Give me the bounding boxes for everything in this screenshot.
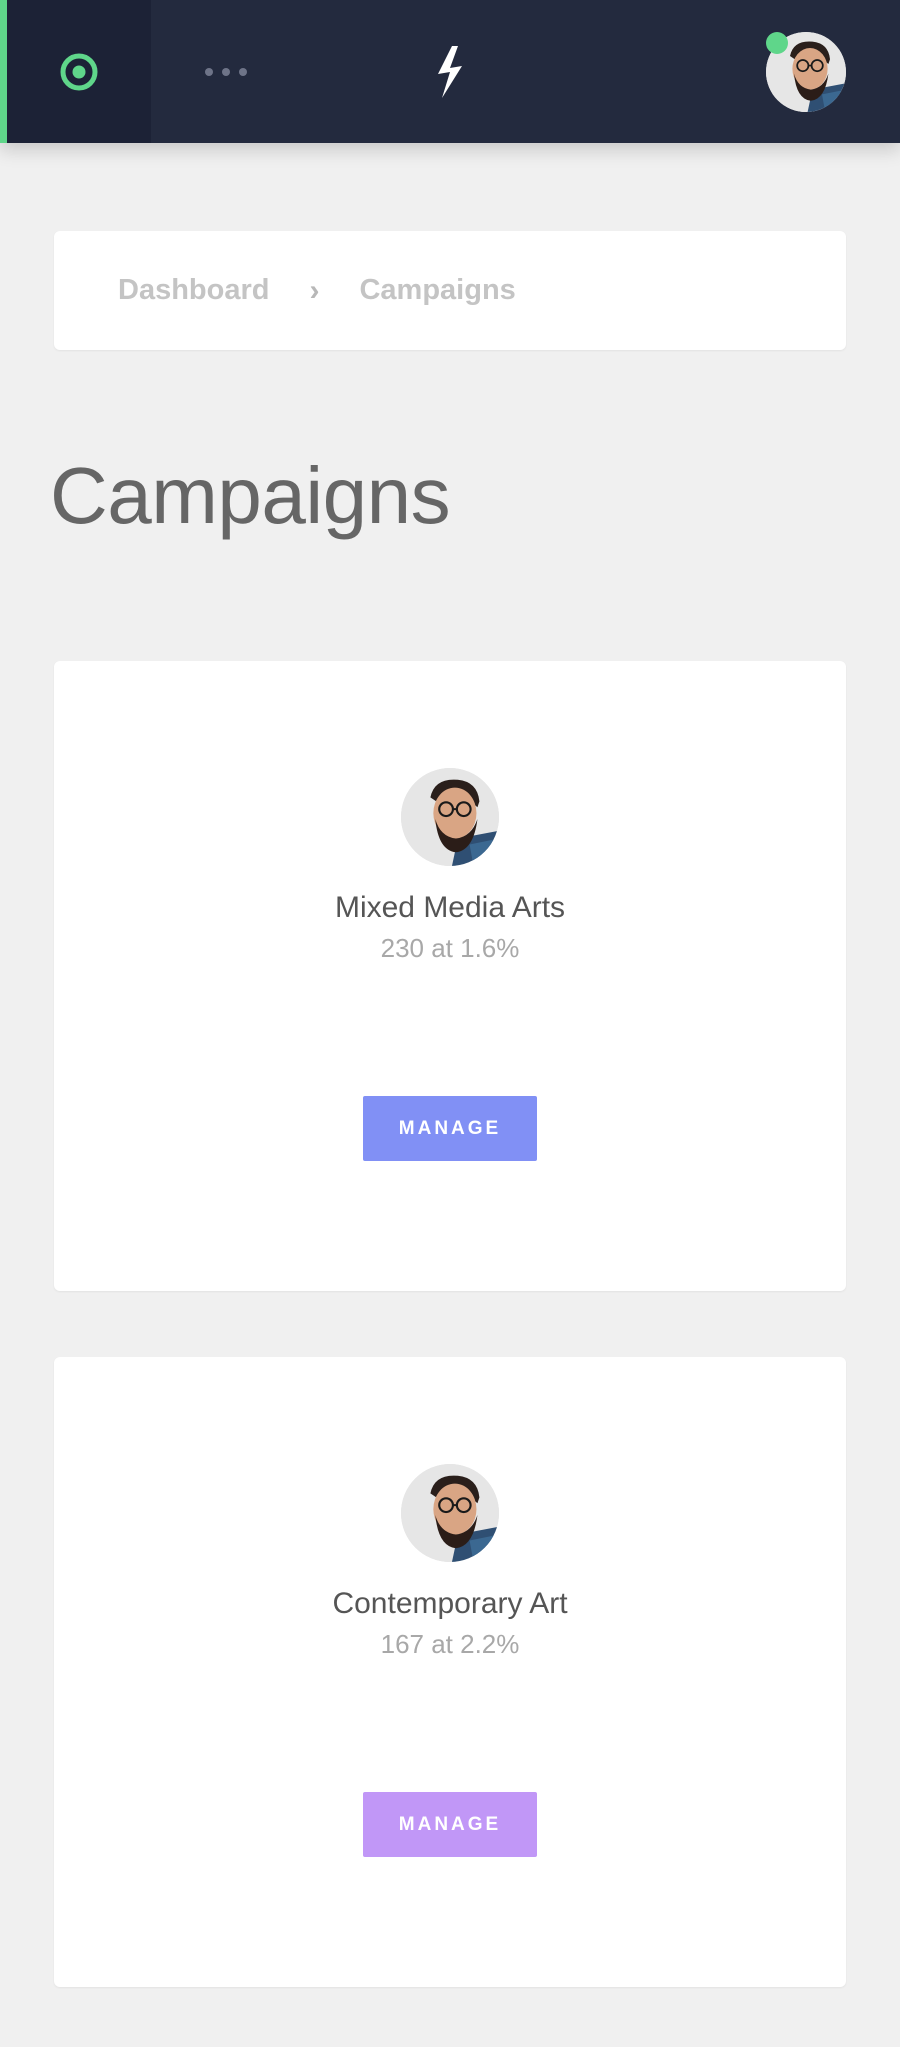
home-nav-button[interactable] (0, 0, 151, 143)
user-avatar-button[interactable] (766, 32, 846, 112)
target-icon (60, 53, 98, 90)
campaign-name: Mixed Media Arts (334, 891, 566, 924)
lightning-bolt-icon[interactable] (428, 44, 470, 100)
campaign-avatar (401, 768, 499, 866)
more-menu-button[interactable] (151, 0, 301, 143)
campaign-stats: 167 at 2.2% (380, 1629, 520, 1659)
campaign-card: Contemporary Art 167 at 2.2% MANAGE (54, 1357, 846, 1987)
page-title: Campaigns (50, 451, 451, 540)
manage-button[interactable]: MANAGE (363, 1096, 537, 1161)
campaign-name: Contemporary Art (332, 1587, 568, 1620)
manage-button[interactable]: MANAGE (363, 1792, 537, 1857)
breadcrumb-item-dashboard[interactable]: Dashboard (118, 274, 269, 307)
breadcrumb: Dashboard › Campaigns (54, 231, 846, 350)
online-status-dot (766, 32, 788, 54)
campaign-avatar (401, 1464, 499, 1562)
breadcrumb-item-campaigns[interactable]: Campaigns (359, 274, 515, 307)
more-dots-icon (205, 67, 247, 76)
campaign-stats: 230 at 1.6% (380, 933, 520, 963)
breadcrumb-separator: › (309, 273, 320, 307)
top-navigation-bar (0, 0, 900, 143)
campaign-card: Mixed Media Arts 230 at 1.6% MANAGE (54, 661, 846, 1291)
